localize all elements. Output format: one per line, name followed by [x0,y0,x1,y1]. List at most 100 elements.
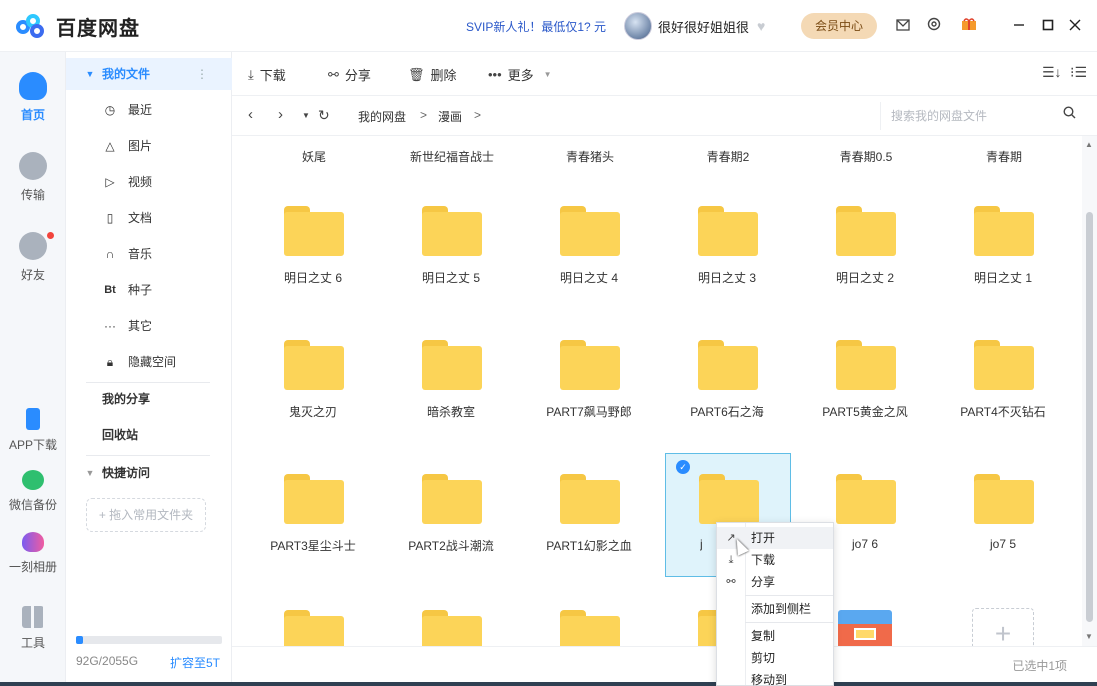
sidebar-item-docs[interactable]: ▯ 文档 [66,202,232,234]
folder-tile[interactable]: 明日之丈 3 [665,186,791,310]
share-button[interactable]: ⚯ 分享 [328,65,371,84]
forward-icon[interactable]: › [278,106,283,123]
context-menu-copy[interactable]: 复制 [717,625,833,647]
rail-label: 工具 [20,636,45,650]
sidebar-item-quick-access[interactable]: ▼ 快捷访问 [66,457,232,489]
folder-icon [422,206,482,256]
friends-icon [19,232,47,260]
scrollbar[interactable]: ▲ ▼ [1082,136,1097,646]
folder-tile[interactable]: PART5黄金之风 [803,320,929,444]
mail-icon[interactable] [892,15,914,37]
sidebar-item-recent[interactable]: ◷ 最近 [66,94,232,126]
expand-storage-link[interactable]: 扩容至5T [170,654,220,671]
folder-tile[interactable]: PART4不灭钻石 [941,320,1067,444]
folder-tile[interactable]: PART3星尘斗士 [251,454,377,578]
sort-icon[interactable]: ☰↓ [1042,64,1062,81]
checkmark-icon[interactable]: ✓ [676,460,690,474]
sidebar-item-label: 回收站 [102,428,139,442]
sidebar: ▼ 我的文件 ⋮ ◷ 最近 △ 图片 ▷ 视频 ▯ 文档 ∩ 音乐 Bt 种子 … [66,52,232,686]
close-icon[interactable] [1064,15,1086,37]
scroll-up-icon[interactable]: ▲ [1085,140,1093,149]
sidebar-item-music[interactable]: ∩ 音乐 [66,238,232,270]
context-menu-move-to[interactable]: 移动到 [717,669,833,686]
maximize-icon[interactable] [1037,15,1059,37]
folder-tile[interactable] [389,590,515,646]
folder-tile[interactable]: 明日之丈 1 [941,186,1067,310]
sidebar-item-label: 文档 [128,211,153,225]
search-icon[interactable] [1063,106,1076,122]
history-dropdown-icon[interactable]: ▼ [302,111,310,120]
sidebar-item-label: 音乐 [128,247,153,261]
rail-item-app-download[interactable]: APP下载 [0,408,66,453]
folder-tile[interactable]: 鬼灭之刃 [251,320,377,444]
breadcrumb-comics[interactable]: 漫画 [438,108,462,125]
rail-item-tools[interactable]: 工具 [0,606,66,651]
rail-item-friends[interactable]: 好友 [0,232,66,283]
folder-tile[interactable]: 明日之丈 6 [251,186,377,310]
delete-button[interactable]: 🗑︎ 删除 [408,65,457,84]
avatar[interactable] [624,12,652,40]
folder-icon [284,474,344,524]
folder-tile[interactable] [251,590,377,646]
archive-file-icon[interactable] [838,610,892,646]
app-logo[interactable]: 百度网盘 [16,12,140,41]
minimize-icon[interactable] [1008,15,1030,37]
refresh-icon[interactable]: ↻ [318,107,330,124]
sidebar-item-recycle-bin[interactable]: 回收站 [66,419,232,451]
file-name[interactable]: 青春期 [941,148,1067,165]
folder-tile[interactable]: jo7 5 [941,454,1067,578]
rail-item-album[interactable]: 一刻相册 [0,532,66,575]
navigation-bar: ‹ › ▼ ↻ 我的网盘 > 漫画 > [232,96,1097,136]
list-view-icon[interactable]: ⁝☰ [1070,64,1087,81]
file-name[interactable]: 妖尾 [251,148,377,165]
back-icon[interactable]: ‹ [248,106,253,123]
sidebar-item-my-files[interactable]: ▼ 我的文件 ⋮ [66,58,232,90]
file-name[interactable]: 青春猪头 [527,148,653,165]
more-button[interactable]: ••• 更多 ▼ [488,65,552,84]
member-center-button[interactable]: 会员中心 [801,13,877,39]
chevron-down-icon[interactable]: ▼ [82,457,98,489]
sidebar-item-other[interactable]: ··· 其它 [66,310,232,342]
folder-tile[interactable]: PART6石之海 [665,320,791,444]
sidebar-item-hidden-space[interactable]: 🔒︎ 隐藏空间 [66,346,232,378]
taskbar-edge [0,682,1097,686]
folder-tile[interactable]: PART2战斗潮流 [389,454,515,578]
context-menu-share[interactable]: ⚯ 分享 [717,571,833,593]
folder-tile[interactable]: PART7飙马野郎 [527,320,653,444]
context-menu-download[interactable]: ⤓ 下载 [717,549,833,571]
file-name[interactable]: 新世纪福音战士 [389,148,515,165]
sidebar-item-torrent[interactable]: Bt 种子 [66,274,232,306]
search-input[interactable] [891,108,1051,124]
folder-tile[interactable]: PART1幻影之血 [527,454,653,578]
context-menu-cut[interactable]: 剪切 [717,647,833,669]
sidebar-item-videos[interactable]: ▷ 视频 [66,166,232,198]
file-name[interactable]: 青春期2 [665,148,791,165]
sidebar-item-my-share[interactable]: 我的分享 [66,383,232,415]
rail-item-wechat-backup[interactable]: 微信备份 [0,470,66,513]
context-menu-add-to-sidebar[interactable]: 添加到侧栏 [717,598,833,620]
breadcrumb-root[interactable]: 我的网盘 [358,108,406,125]
svip-promo-link[interactable]: SVIP新人礼！最低仅1? 元 [466,18,606,35]
sidebar-item-label: 种子 [128,283,153,297]
sidebar-item-images[interactable]: △ 图片 [66,130,232,162]
rail-item-home[interactable]: 首页 [0,72,66,123]
chevron-down-icon[interactable]: ▼ [82,58,98,90]
file-name[interactable]: 青春期0.5 [803,148,929,165]
download-button[interactable]: ⤓ 下载 [248,65,286,84]
settings-icon[interactable] [923,15,945,37]
more-vertical-icon[interactable]: ⋮ [196,58,208,90]
context-menu-label: 剪切 [751,651,776,665]
user-profile[interactable]: 很好很好姐姐很 ♥ [624,12,773,40]
gift-icon[interactable] [958,15,980,37]
quick-access-drop-zone[interactable]: + 拖入常用文件夹 [86,498,206,532]
user-name[interactable]: 很好很好姐姐很 [658,17,749,36]
scrollbar-thumb[interactable] [1086,212,1093,622]
scroll-down-icon[interactable]: ▼ [1085,632,1093,641]
folder-tile[interactable]: 暗杀教室 [389,320,515,444]
add-new-tile[interactable]: + [972,608,1034,646]
rail-item-transfer[interactable]: 传输 [0,152,66,203]
folder-tile[interactable] [527,590,653,646]
folder-tile[interactable]: 明日之丈 5 [389,186,515,310]
folder-tile[interactable]: 明日之丈 2 [803,186,929,310]
folder-tile[interactable]: 明日之丈 4 [527,186,653,310]
